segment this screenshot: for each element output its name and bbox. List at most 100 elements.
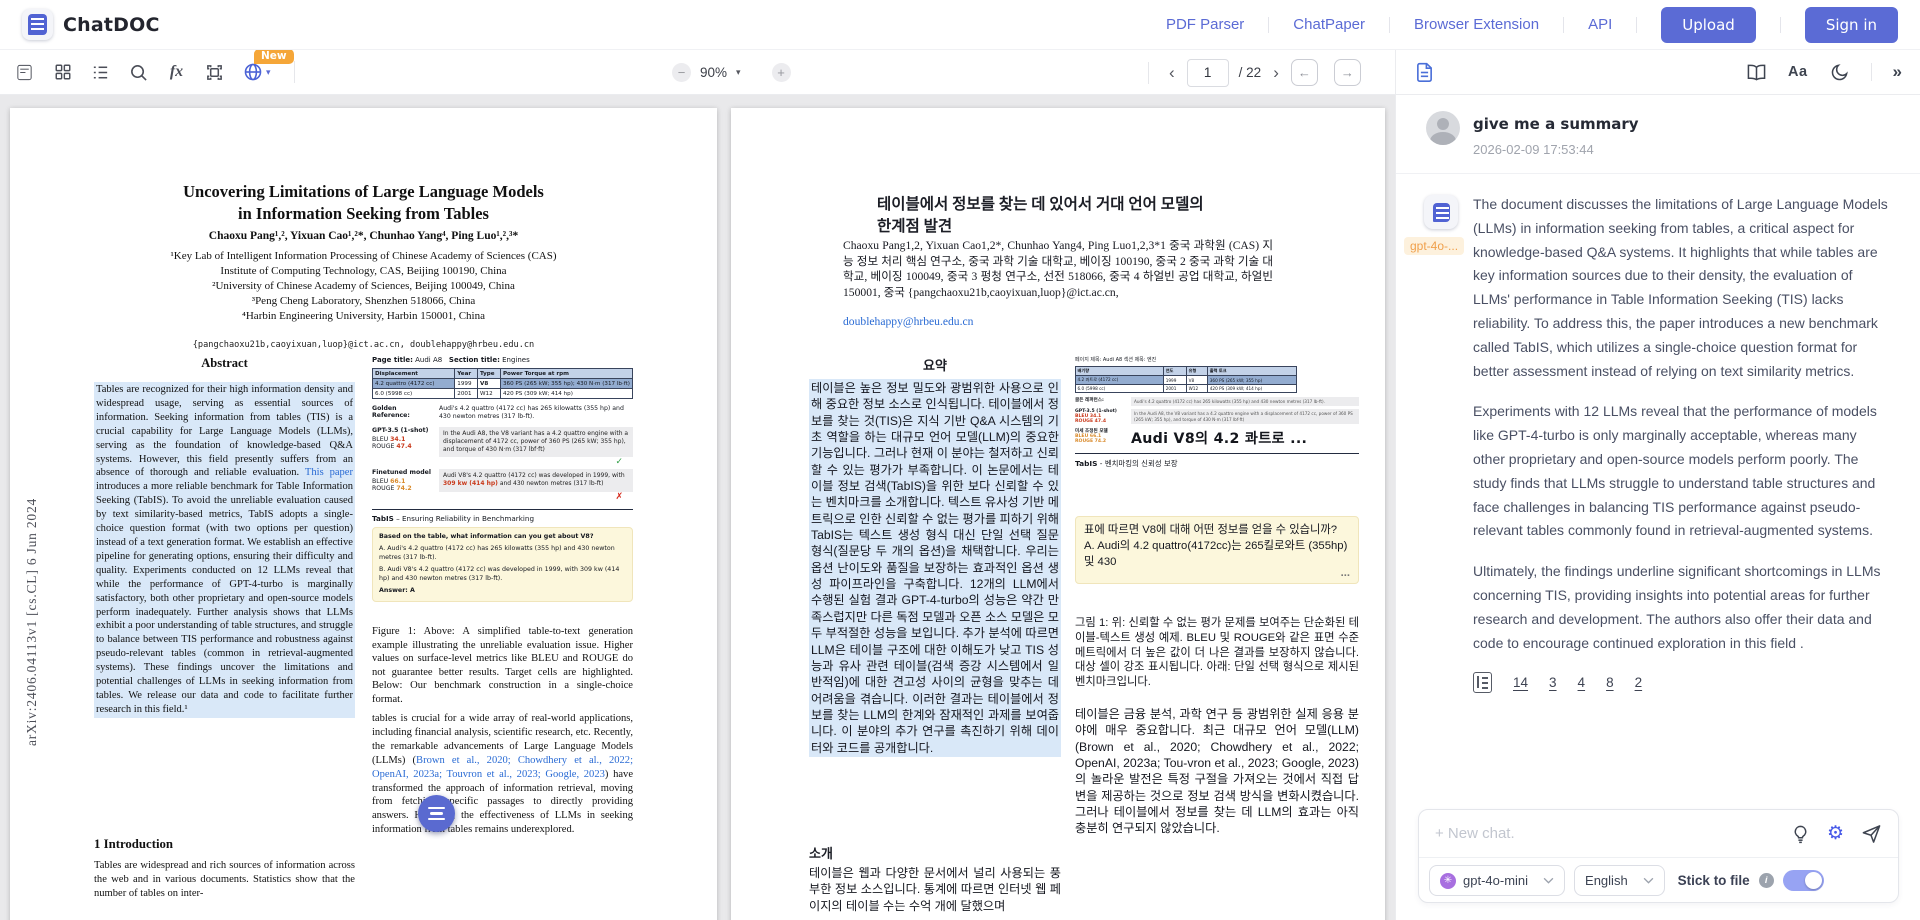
zoom-out-button[interactable]: − (672, 63, 691, 82)
next-page-icon[interactable]: › (1271, 64, 1281, 81)
option-b: B. Audi V8's 4.2 quattro (4172 cc) was d… (379, 566, 626, 584)
nav-separator (1389, 17, 1390, 33)
gpt35-output-text: In the Audi A8, the V8 variant has a 4.2… (439, 427, 633, 457)
nav-link-chatpaper[interactable]: ChatPaper (1293, 16, 1365, 33)
current-file-icon[interactable] (1414, 62, 1435, 83)
citation-link[interactable]: 3 (1549, 675, 1557, 690)
model-selector[interactable]: ✳ gpt-4o-mini (1429, 865, 1565, 896)
gpt35-output-text: In the Audi A8, the V8 variant has a 4.2… (1131, 409, 1359, 424)
model-label: GPT-3.5 (1-shot) (372, 427, 428, 434)
chevron-down-icon[interactable]: ▾ (266, 68, 271, 77)
page-total: / 22 (1239, 65, 1262, 80)
zoom-in-button[interactable]: + (772, 63, 791, 82)
page-title-label: Page title: (372, 356, 413, 364)
introduction-text: Tables are widespread and rich sources o… (94, 859, 355, 901)
send-icon[interactable] (1861, 824, 1882, 844)
translated-abstract-text: 테이블은 높은 정보 밀도와 광범위한 사용으로 인해 중요한 정보 소스로 인… (809, 379, 1061, 757)
option-a: A. Audi's 4.2 quattro (4172 cc) has 265 … (379, 545, 626, 563)
screenshot-icon[interactable] (204, 62, 225, 83)
text-part: and 430 newton metres (317 lb-ft) (498, 480, 604, 487)
history-back-button[interactable]: ← (1291, 59, 1318, 86)
translate-menu[interactable]: New ▾ (242, 62, 271, 83)
chat-composer: + New chat. ⚙ ✳ gpt-4o-mini English Stic… (1418, 809, 1899, 903)
figure-table-titles: Page title: Audi A8 Section title: Engin… (372, 356, 633, 364)
finetuned-label-block: Finetuned model BLEU 66.1 ROUGE 74.2 (372, 469, 434, 492)
translated-authors: Chaoxu Pang1,2, Yixuan Cao1,2*, Chunhao … (843, 238, 1273, 300)
signin-button[interactable]: Sign in (1805, 7, 1898, 43)
sources-icon[interactable] (1473, 672, 1492, 693)
rouge-value: ROUGE 74.2 (1075, 439, 1127, 444)
translated-body-text: 테이블은 금융 분석, 과학 연구 등 광범위한 실제 응용 분야에 매우 중요… (1075, 706, 1359, 837)
nav-separator (1268, 17, 1269, 33)
font-size-icon[interactable]: Aa (1788, 64, 1808, 80)
nav-links: PDF Parser ChatPaper Browser Extension A… (1166, 7, 1898, 43)
header-divider (1871, 63, 1872, 81)
figure-data-table: 배기량 연도 유형 출력 토크 4.2 콰트로 (4172 cc) 1999 V… (1075, 366, 1297, 393)
abstract-heading: Abstract (94, 356, 355, 371)
brand[interactable]: ChatDOC (22, 9, 160, 40)
zoom-level[interactable]: 90% (700, 65, 727, 80)
table-header-cell: 배기량 (1076, 367, 1164, 376)
citation-row: 14 3 4 8 2 (1473, 672, 1920, 693)
table-cell: 6.0 (5998 cc) (1076, 385, 1164, 393)
chat-settings-icon[interactable]: ⚙ (1827, 824, 1844, 843)
user-message: give me a summary 2026-02-09 17:53:44 (1426, 111, 1900, 157)
introduction-heading: 1 Introduction (94, 837, 355, 852)
table-cell: 420 PS (309 kW; 414 hp) (500, 389, 632, 399)
nav-link-api[interactable]: API (1588, 16, 1612, 33)
rouge-label: ROUGE (372, 485, 394, 492)
thumbnail-panel-icon[interactable] (14, 62, 35, 83)
page-number-input[interactable]: 1 (1187, 59, 1229, 87)
affiliation-line: Institute of Computing Technology, CAS, … (10, 265, 717, 277)
book-view-icon[interactable] (1746, 62, 1767, 83)
figure-caption: Figure 1: Above: A simplified table-to-t… (372, 625, 633, 706)
nav-separator (1563, 17, 1564, 33)
finetuned-label-block: 미세 조정된 모델 BLEU 66.1 ROUGE 74.2 (1075, 428, 1127, 444)
pdf-viewer[interactable]: arXiv:2406.04113v1 [cs.CL] 6 Jun 2024 Un… (0, 95, 1395, 920)
citation-link[interactable]: 14 (1513, 675, 1528, 690)
language-selector[interactable]: English (1574, 865, 1665, 896)
paper-title-line2: in Information Seeking from Tables (10, 204, 717, 224)
gpt35-label-block: GPT-3.5 (1-shot) BLEU 34.1 ROUGE 47.4 (1075, 409, 1127, 424)
summary-paragraph-1: The document discusses the limitations o… (1473, 193, 1892, 383)
table-header-cell: Year (455, 369, 478, 379)
search-icon[interactable] (128, 62, 149, 83)
page-grid-icon[interactable] (52, 62, 73, 83)
table-cell: 4.2 콰트로 (4172 cc) (1076, 376, 1164, 385)
model-badge: gpt-4o-... (1404, 237, 1464, 255)
collapse-panel-icon[interactable]: » (1893, 62, 1902, 82)
bleu-value: 66.1 (390, 478, 405, 485)
stick-to-file-toggle[interactable] (1783, 870, 1824, 891)
citation-link[interactable]: 8 (1606, 675, 1614, 690)
translate-globe-icon[interactable] (242, 62, 263, 83)
translated-abstract-heading: 요약 (809, 355, 1061, 374)
outline-list-icon[interactable] (90, 62, 111, 83)
zoom-caret-icon[interactable]: ▾ (736, 67, 741, 78)
history-forward-button[interactable]: → (1334, 59, 1361, 86)
zoom-controls: − 90% ▾ + (672, 50, 791, 95)
abstract-part: Tables are recognized for their high inf… (96, 384, 353, 478)
upload-button[interactable]: Upload (1661, 7, 1756, 43)
dark-mode-icon[interactable] (1829, 62, 1850, 83)
new-chat-input[interactable]: + New chat. (1435, 825, 1774, 842)
affiliation-line: ²University of Chinese Academy of Scienc… (10, 280, 717, 292)
prev-page-icon[interactable]: ‹ (1167, 64, 1177, 81)
nav-link-pdf-parser[interactable]: PDF Parser (1166, 16, 1244, 33)
formula-icon[interactable]: fx (166, 62, 187, 83)
translated-question-box: 표에 따르면 V8에 대해 어떤 정보를 얻을 수 있습니까? A. Audi의… (1075, 516, 1359, 584)
citation-link[interactable]: 2 (1635, 675, 1643, 690)
info-icon[interactable]: i (1759, 873, 1774, 888)
nav-link-browser-extension[interactable]: Browser Extension (1414, 16, 1539, 33)
prompt-ideas-icon[interactable] (1791, 824, 1810, 844)
paper-authors: Chaoxu Pang¹,², Yixuan Cao¹,²*, Chunhao … (10, 230, 717, 242)
translated-title-line1: 테이블에서 정보를 찾는 데 있어서 거대 언어 모델의 (877, 192, 1204, 214)
toolbar-divider (294, 61, 295, 83)
table-cell: W12 (1187, 385, 1208, 393)
floating-translate-button[interactable] (418, 795, 455, 832)
top-navbar: ChatDOC PDF Parser ChatPaper Browser Ext… (0, 0, 1920, 50)
rouge-value: 47.4 (396, 443, 411, 450)
citation-link[interactable]: 4 (1578, 675, 1586, 690)
author-email-link[interactable]: doublehappy@hrbeu.edu.cn (843, 315, 973, 328)
table-cell: V8 (1187, 376, 1208, 385)
abstract-link[interactable]: This paper (305, 467, 353, 478)
